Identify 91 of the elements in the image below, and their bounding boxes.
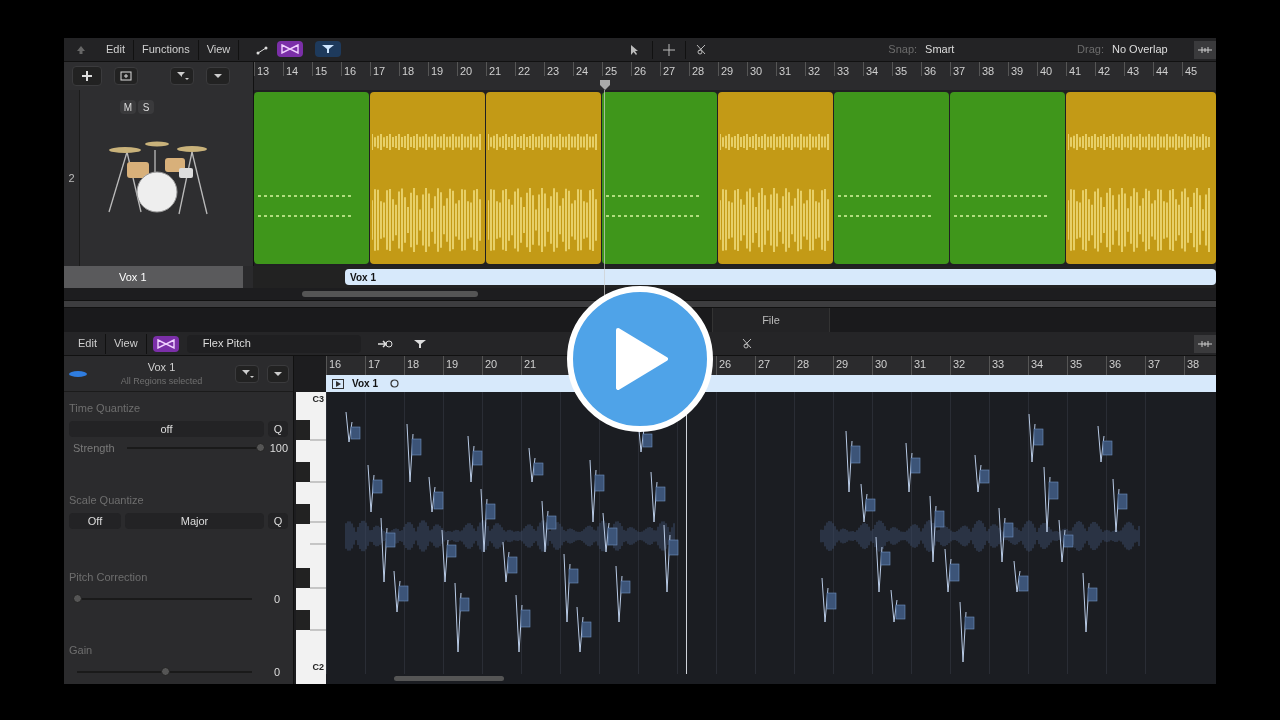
bar-number: 37 xyxy=(950,62,979,76)
bar-number: 44 xyxy=(1153,62,1182,76)
scroll-thumb[interactable] xyxy=(302,291,478,297)
bar-number: 31 xyxy=(776,62,805,76)
flag-menu-button[interactable] xyxy=(170,67,194,85)
play-region-icon xyxy=(332,378,344,389)
bar-number: 30 xyxy=(747,62,776,76)
note-label: C2 xyxy=(312,660,324,674)
bar-number: 21 xyxy=(486,62,515,76)
bar-number: 45 xyxy=(1182,62,1211,76)
drag-dropdown[interactable]: No Overlap xyxy=(1112,41,1182,58)
flex-icon[interactable] xyxy=(277,40,304,57)
editor-tab[interactable]: File xyxy=(712,308,830,332)
bar-number: 24 xyxy=(573,62,602,76)
menu-button[interactable]: Edit xyxy=(98,39,134,60)
bar-number: 29 xyxy=(718,62,747,76)
solo-button[interactable]: S xyxy=(138,100,154,114)
section-label: Time Quantize xyxy=(69,401,142,416)
bar-number: 35 xyxy=(892,62,921,76)
bar-number: 26 xyxy=(631,62,660,76)
section-label: Scale Quantize xyxy=(69,493,145,508)
track-number: 2 xyxy=(64,90,80,266)
strength-label: Strength xyxy=(73,440,115,456)
menu-button[interactable]: View xyxy=(198,39,240,60)
bar-number: 43 xyxy=(1124,62,1153,76)
vox-region: Vox 1 xyxy=(345,269,1216,285)
slider-value: 100 xyxy=(268,440,288,456)
slider-value: 0 xyxy=(272,592,280,607)
bar-number: 34 xyxy=(863,62,892,76)
menu-button[interactable]: Edit xyxy=(70,333,106,354)
collapse-button[interactable] xyxy=(267,364,289,383)
bar-number: 28 xyxy=(689,62,718,76)
bar-number: 32 xyxy=(805,62,834,76)
add-track-button[interactable] xyxy=(72,66,102,86)
bar-number: 25 xyxy=(602,62,631,76)
bar-number: 27 xyxy=(660,62,689,76)
slider-thumb[interactable] xyxy=(160,667,170,677)
bar-number: 33 xyxy=(834,62,863,76)
bar-number: 42 xyxy=(1095,62,1124,76)
bar-number: 19 xyxy=(428,62,457,76)
caret-down-icon xyxy=(272,369,284,378)
slider-value: 0 xyxy=(272,665,280,680)
square-plus-icon xyxy=(120,71,132,81)
drag-label: Drag: xyxy=(1077,42,1104,58)
mute-button[interactable]: M xyxy=(120,100,136,114)
bar-number: 41 xyxy=(1066,62,1095,76)
bar-number: 15 xyxy=(312,62,341,76)
root-dropdown[interactable]: Off xyxy=(69,512,121,529)
bar-number: 22 xyxy=(515,62,544,76)
track-header[interactable]: Vox 1 xyxy=(64,266,243,288)
scroll-thumb[interactable] xyxy=(394,675,504,681)
arrow-up-icon xyxy=(76,44,86,55)
zoom-icon[interactable] xyxy=(1194,40,1216,59)
bar-number: 20 xyxy=(457,62,486,76)
splitter-bar[interactable] xyxy=(64,300,1216,308)
flex-mode-dropdown[interactable]: Flex Pitch xyxy=(186,334,361,353)
bar-number: 16 xyxy=(341,62,370,76)
menu-button[interactable]: View xyxy=(105,333,147,354)
slider-thumb[interactable] xyxy=(73,594,82,604)
bar-number: 36 xyxy=(921,62,950,76)
quantize-button[interactable]: Q xyxy=(268,420,288,437)
plus-icon xyxy=(82,71,92,81)
snap-dropdown[interactable]: Smart xyxy=(925,41,1066,58)
slider-thumb[interactable] xyxy=(256,442,265,452)
bar-number: 14 xyxy=(283,62,312,76)
section-label: Gain xyxy=(69,642,94,658)
loop-icon xyxy=(389,379,399,388)
bar-number: 40 xyxy=(1037,62,1066,76)
quantize-button[interactable]: Q xyxy=(268,512,288,529)
scale-dropdown[interactable]: Major xyxy=(125,512,264,529)
bar-number: 17 xyxy=(370,62,399,76)
bar-number: 18 xyxy=(399,62,428,76)
flag-menu-button[interactable] xyxy=(235,364,259,383)
section-label: Pitch Correction xyxy=(69,569,149,585)
bar-number: 23 xyxy=(544,62,573,76)
track-stack-button[interactable] xyxy=(114,67,138,85)
zoom-icon[interactable] xyxy=(1194,334,1216,353)
flex-icon[interactable] xyxy=(152,335,179,352)
quantize-dropdown[interactable]: off xyxy=(69,420,264,437)
region-led-icon xyxy=(68,369,88,378)
caret-down-icon xyxy=(212,72,224,80)
menu-button[interactable]: Functions xyxy=(133,39,199,60)
track-name: Vox 1 xyxy=(147,359,176,375)
filter-icon[interactable] xyxy=(315,40,342,57)
bar-number: 13 xyxy=(254,62,283,76)
note-label: C3 xyxy=(312,393,324,406)
snap-label: Snap: xyxy=(888,42,918,58)
bar-number: 38 xyxy=(979,62,1008,76)
bar-number: 39 xyxy=(1008,62,1037,76)
region-name: Vox 1 xyxy=(352,377,378,391)
collapse-button[interactable] xyxy=(206,67,230,85)
